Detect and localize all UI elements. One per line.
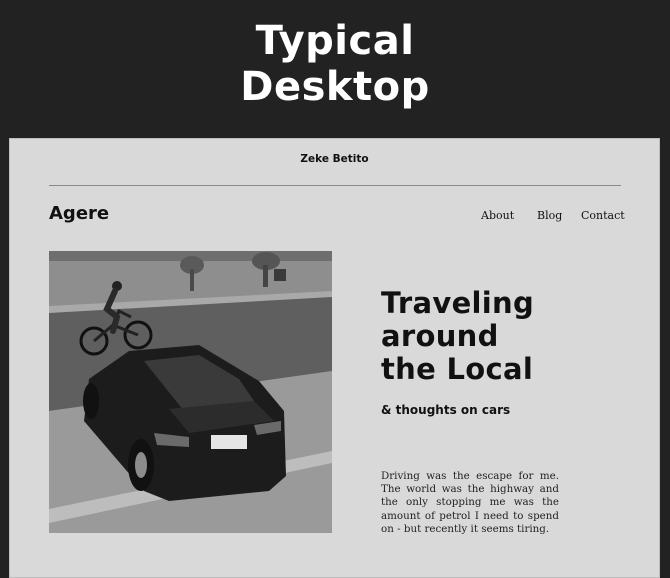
article-photo — [49, 251, 332, 533]
nav-link-blog[interactable]: Blog — [537, 209, 562, 222]
header-divider — [49, 185, 621, 186]
desktop-page-frame: Zeke Betito Agere About Blog Contact Tra… — [9, 138, 660, 578]
author-name: Zeke Betito — [300, 153, 369, 165]
site-logo[interactable]: Agere — [49, 203, 109, 224]
article-body: Driving was the escape for me. The world… — [381, 470, 559, 535]
hero-title-line-1: Typical — [255, 18, 415, 64]
hero-title: Typical Desktop — [0, 18, 670, 110]
article-title-line-3: the Local — [381, 352, 534, 386]
nav-link-about[interactable]: About — [481, 209, 514, 222]
hero-title-line-2: Desktop — [240, 64, 430, 110]
article-subtitle: & thoughts on cars — [381, 403, 511, 417]
article-title-line-2: around — [381, 319, 499, 353]
car-and-cyclist-photo — [49, 251, 332, 533]
article-title: Traveling around the Local — [381, 287, 611, 386]
article-title-line-1: Traveling — [381, 286, 535, 320]
nav-link-contact[interactable]: Contact — [581, 209, 625, 222]
